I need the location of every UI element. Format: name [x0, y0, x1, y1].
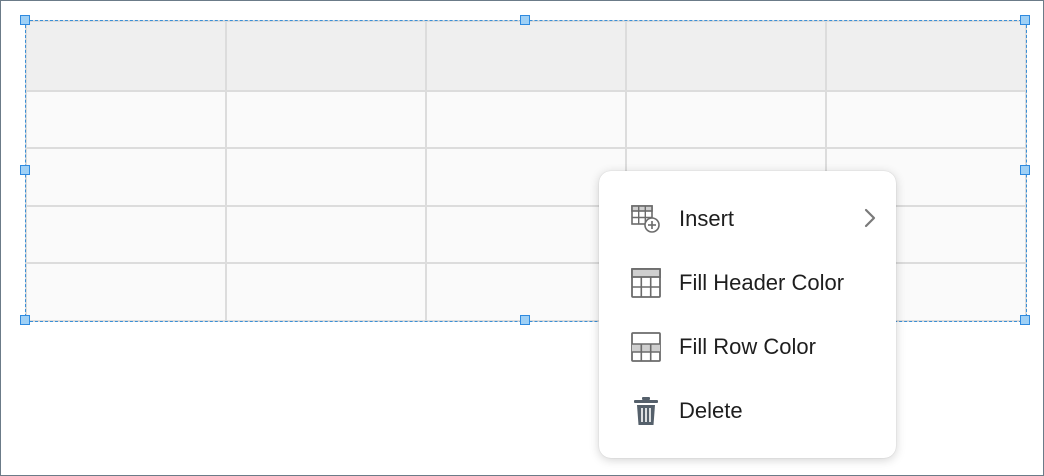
- table-cell[interactable]: [425, 147, 627, 207]
- menu-item-label: Fill Header Color: [679, 270, 845, 295]
- table-cell[interactable]: [625, 89, 827, 150]
- resize-handle-right[interactable]: [1020, 165, 1030, 175]
- resize-handle-top-right[interactable]: [1020, 15, 1030, 25]
- menu-item-fill-header-color[interactable]: Fill Header Color: [599, 257, 896, 309]
- table-header-fill-icon: [629, 266, 663, 300]
- table-cell[interactable]: [825, 89, 1027, 150]
- table-header-cell[interactable]: [225, 20, 427, 92]
- table-cell[interactable]: [225, 204, 427, 265]
- table-cell[interactable]: [425, 89, 627, 150]
- canvas-frame: Insert Fill Header Color Fill Row Color …: [0, 0, 1044, 476]
- table-header-row[interactable]: [25, 20, 1027, 92]
- table-cell[interactable]: [425, 262, 627, 322]
- menu-item-insert[interactable]: Insert: [599, 193, 896, 245]
- table-header-cell[interactable]: [625, 20, 827, 92]
- table-cell[interactable]: [425, 204, 627, 265]
- table-header-cell[interactable]: [25, 20, 227, 92]
- table-cell[interactable]: [25, 89, 227, 150]
- menu-item-fill-row-color[interactable]: Fill Row Color: [599, 321, 896, 373]
- context-menu: Insert Fill Header Color Fill Row Color …: [599, 171, 896, 458]
- table-cell[interactable]: [225, 262, 427, 322]
- resize-handle-top[interactable]: [520, 15, 530, 25]
- table-insert-icon: [629, 202, 663, 236]
- resize-handle-top-left[interactable]: [20, 15, 30, 25]
- table-header-cell[interactable]: [425, 20, 627, 92]
- table-row-fill-icon: [629, 330, 663, 364]
- resize-handle-left[interactable]: [20, 165, 30, 175]
- table-row[interactable]: [25, 89, 1027, 150]
- table-cell[interactable]: [225, 89, 427, 150]
- table-cell[interactable]: [25, 204, 227, 265]
- menu-item-label: Insert: [679, 206, 735, 231]
- resize-handle-bottom-left[interactable]: [20, 315, 30, 325]
- resize-handle-bottom[interactable]: [520, 315, 530, 325]
- table-header-cell[interactable]: [825, 20, 1027, 92]
- trash-icon: [629, 394, 663, 428]
- chevron-right-icon: [862, 207, 878, 234]
- table-cell[interactable]: [25, 147, 227, 207]
- table-cell[interactable]: [25, 262, 227, 322]
- menu-item-delete[interactable]: Delete: [599, 385, 896, 437]
- menu-item-label: Delete: [679, 398, 743, 423]
- table-cell[interactable]: [225, 147, 427, 207]
- resize-handle-bottom-right[interactable]: [1020, 315, 1030, 325]
- menu-item-label: Fill Row Color: [679, 334, 816, 359]
